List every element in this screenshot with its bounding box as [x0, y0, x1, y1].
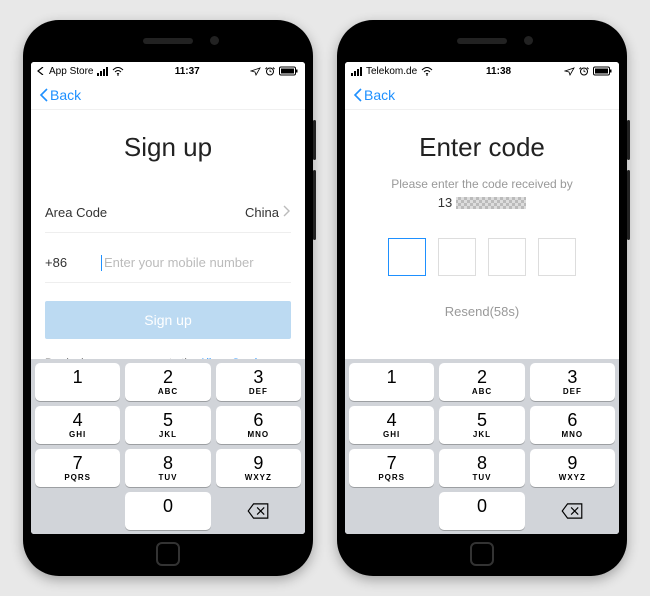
wifi-icon [112, 67, 124, 76]
keypad-key-9[interactable]: 9WXYZ [530, 449, 615, 487]
back-app-icon [37, 67, 45, 75]
back-button[interactable]: Back [39, 87, 81, 103]
resend-label[interactable]: Resend(58s) [359, 304, 605, 319]
keypad-key-3[interactable]: 3DEF [530, 363, 615, 401]
keypad-key-9[interactable]: 9WXYZ [216, 449, 301, 487]
status-time: 11:38 [486, 66, 511, 77]
keypad-key-4[interactable]: 4GHI [349, 406, 434, 444]
keypad-key-1[interactable]: 1 [35, 363, 120, 401]
code-digit-3[interactable] [488, 238, 526, 276]
masked-phone: 13 [359, 195, 605, 210]
signup-button[interactable]: Sign up [45, 301, 291, 339]
text-cursor [101, 255, 102, 271]
content-signup: Sign up Area Code China +86 Sign up By s… [31, 110, 305, 359]
code-digit-4[interactable] [538, 238, 576, 276]
screen-entercode: Telekom.de 11:38 Back Enter code Please … [345, 62, 619, 534]
page-title: Enter code [359, 132, 605, 163]
keypad-key-7[interactable]: 7PQRS [349, 449, 434, 487]
alarm-icon [265, 66, 275, 76]
back-button[interactable]: Back [353, 87, 395, 103]
page-title: Sign up [45, 132, 291, 163]
screen-signup: App Store 11:37 Back Sign up Area Code [31, 62, 305, 534]
status-carrier: App Store [49, 66, 93, 77]
keypad-key-6[interactable]: 6MNO [216, 406, 301, 444]
chevron-right-icon [283, 205, 291, 220]
keypad-key-5[interactable]: 5JKL [125, 406, 210, 444]
phone-input[interactable] [104, 255, 291, 270]
chevron-left-icon [39, 88, 48, 102]
location-icon [250, 67, 261, 76]
battery-icon [593, 66, 613, 76]
phone-input-row[interactable]: +86 [45, 243, 291, 283]
keypad-key-0[interactable]: 0 [439, 492, 524, 530]
keypad-key-1[interactable]: 1 [349, 363, 434, 401]
nav-bar: Back [345, 80, 619, 110]
wifi-icon [421, 67, 433, 76]
keypad-key-8[interactable]: 8TUV [125, 449, 210, 487]
subtitle: Please enter the code received by [359, 177, 605, 191]
redacted-block [456, 197, 526, 209]
keypad-backspace[interactable] [530, 492, 615, 530]
keypad-key-0[interactable]: 0 [125, 492, 210, 530]
keypad-key-5[interactable]: 5JKL [439, 406, 524, 444]
keypad-key-2[interactable]: 2ABC [439, 363, 524, 401]
phone-entercode: Telekom.de 11:38 Back Enter code Please … [337, 20, 627, 576]
back-label: Back [50, 87, 81, 103]
keypad-key-7[interactable]: 7PQRS [35, 449, 120, 487]
keypad-key-8[interactable]: 8TUV [439, 449, 524, 487]
nav-bar: Back [31, 80, 305, 110]
status-carrier: Telekom.de [366, 66, 417, 77]
signal-icon [97, 67, 108, 76]
status-time: 11:37 [175, 66, 200, 77]
area-code-value: China [107, 205, 279, 220]
alarm-icon [579, 66, 589, 76]
numeric-keypad: 1 2ABC3DEF 4GHI5JKL6MNO 7PQRS8TUV9WXYZ0 [31, 359, 305, 534]
keypad-blank [349, 492, 434, 530]
status-bar: App Store 11:37 [31, 62, 305, 80]
area-code-row[interactable]: Area Code China [45, 193, 291, 233]
code-digit-2[interactable] [438, 238, 476, 276]
area-code-label: Area Code [45, 205, 107, 220]
back-label: Back [364, 87, 395, 103]
battery-icon [279, 66, 299, 76]
keypad-key-6[interactable]: 6MNO [530, 406, 615, 444]
code-digit-1[interactable] [388, 238, 426, 276]
numeric-keypad: 1 2ABC3DEF 4GHI5JKL6MNO 7PQRS8TUV9WXYZ0 [345, 359, 619, 534]
phone-signup: App Store 11:37 Back Sign up Area Code [23, 20, 313, 576]
location-icon [564, 67, 575, 76]
keypad-blank [35, 492, 120, 530]
code-inputs [359, 238, 605, 276]
home-button[interactable] [156, 542, 180, 566]
home-button[interactable] [470, 542, 494, 566]
content-entercode: Enter code Please enter the code receive… [345, 110, 619, 359]
keypad-key-2[interactable]: 2ABC [125, 363, 210, 401]
chevron-left-icon [353, 88, 362, 102]
keypad-backspace[interactable] [216, 492, 301, 530]
keypad-key-3[interactable]: 3DEF [216, 363, 301, 401]
status-bar: Telekom.de 11:38 [345, 62, 619, 80]
keypad-key-4[interactable]: 4GHI [35, 406, 120, 444]
country-prefix: +86 [45, 255, 101, 270]
signal-icon [351, 67, 362, 76]
